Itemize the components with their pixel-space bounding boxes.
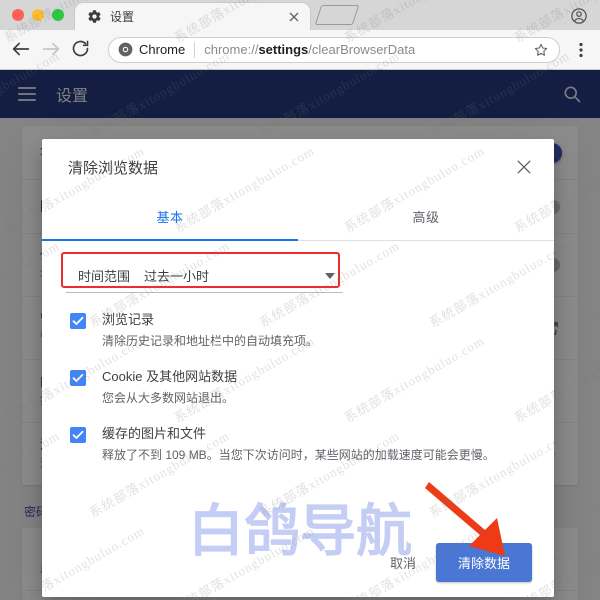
checkbox-subtitle: 释放了不到 109 MB。当您下次访问时，某些网站的加载速度可能会更慢。 (102, 448, 495, 462)
checkbox-row-cached-images[interactable]: 缓存的图片和文件 释放了不到 109 MB。当您下次访问时，某些网站的加载速度可… (66, 425, 530, 464)
dialog-tab-strip: 基本 高级 (42, 195, 554, 241)
window-close-button[interactable] (12, 9, 24, 21)
checkbox-subtitle: 清除历史记录和地址栏中的自动填充项。 (102, 334, 319, 348)
dialog-header: 清除浏览数据 (42, 139, 554, 195)
time-range-dropdown[interactable]: 时间范围 过去一小时 (66, 259, 343, 293)
arrow-left-icon[interactable] (10, 38, 34, 62)
arrow-right-icon (40, 38, 64, 62)
clear-data-button[interactable]: 清除数据 (435, 542, 532, 582)
address-bar[interactable]: Chrome chrome://settings/clearBrowserDat… (108, 36, 560, 63)
site-identity-label: Chrome (139, 42, 186, 57)
url-bold-segment: settings (258, 42, 309, 57)
checkbox-title: 浏览记录 (102, 312, 155, 327)
gear-icon (87, 9, 102, 24)
watermark-big-text: 白鸽导航 (188, 501, 412, 564)
time-range-label: 时间范围 (78, 269, 131, 284)
chevron-down-icon[interactable] (325, 272, 335, 279)
window-maximize-button[interactable] (52, 9, 64, 21)
url-suffix: /clearBrowserData (308, 42, 416, 57)
new-tab-icon[interactable] (314, 5, 360, 25)
url-prefix: chrome:// (204, 42, 259, 57)
checkbox-text: 缓存的图片和文件 释放了不到 109 MB。当您下次访问时，某些网站的加载速度可… (102, 425, 530, 464)
account-circle-icon[interactable] (570, 7, 588, 25)
reload-icon[interactable] (70, 38, 94, 62)
browser-toolbar: Chrome chrome://settings/clearBrowserDat… (0, 30, 600, 70)
dialog-title: 清除浏览数据 (68, 159, 159, 177)
omnibox-divider (194, 41, 196, 58)
browser-tab[interactable]: 设置 (75, 3, 310, 30)
checkbox-text: Cookie 及其他网站数据 您会从大多数网站退出。 (102, 368, 530, 407)
chrome-logo-icon (118, 42, 133, 57)
checkbox-checked[interactable] (70, 370, 86, 386)
address-bar-url: chrome://settings/clearBrowserData (204, 42, 533, 57)
browser-tab-strip: 设置 (0, 0, 600, 30)
checkbox-row-cookies[interactable]: Cookie 及其他网站数据 您会从大多数网站退出。 (66, 368, 530, 407)
three-dots-menu-icon[interactable] (572, 40, 590, 60)
screenshot-root: 设置 Chrome chrome://settings/clearBrowser… (0, 0, 600, 600)
checkbox-title: Cookie 及其他网站数据 (102, 369, 238, 384)
checkbox-title: 缓存的图片和文件 (102, 426, 207, 441)
checkbox-subtitle: 您会从大多数网站退出。 (102, 391, 235, 405)
window-minimize-button[interactable] (32, 9, 44, 21)
site-identity-badge: Chrome (118, 42, 185, 57)
checkbox-checked[interactable] (70, 427, 86, 443)
window-traffic-lights (0, 9, 64, 30)
browser-tab-title: 设置 (110, 10, 135, 24)
close-icon[interactable] (286, 9, 302, 25)
star-icon[interactable] (533, 42, 549, 58)
close-icon[interactable] (514, 157, 534, 177)
tab-basic[interactable]: 基本 (42, 195, 298, 240)
checkbox-checked[interactable] (70, 313, 86, 329)
tab-advanced[interactable]: 高级 (298, 195, 554, 240)
time-range-field-wrapper: 时间范围 过去一小时 (61, 252, 343, 293)
checkbox-row-browsing-history[interactable]: 浏览记录 清除历史记录和地址栏中的自动填充项。 (66, 311, 530, 350)
time-range-value: 过去一小时 (144, 269, 210, 284)
checkbox-text: 浏览记录 清除历史记录和地址栏中的自动填充项。 (102, 311, 530, 350)
